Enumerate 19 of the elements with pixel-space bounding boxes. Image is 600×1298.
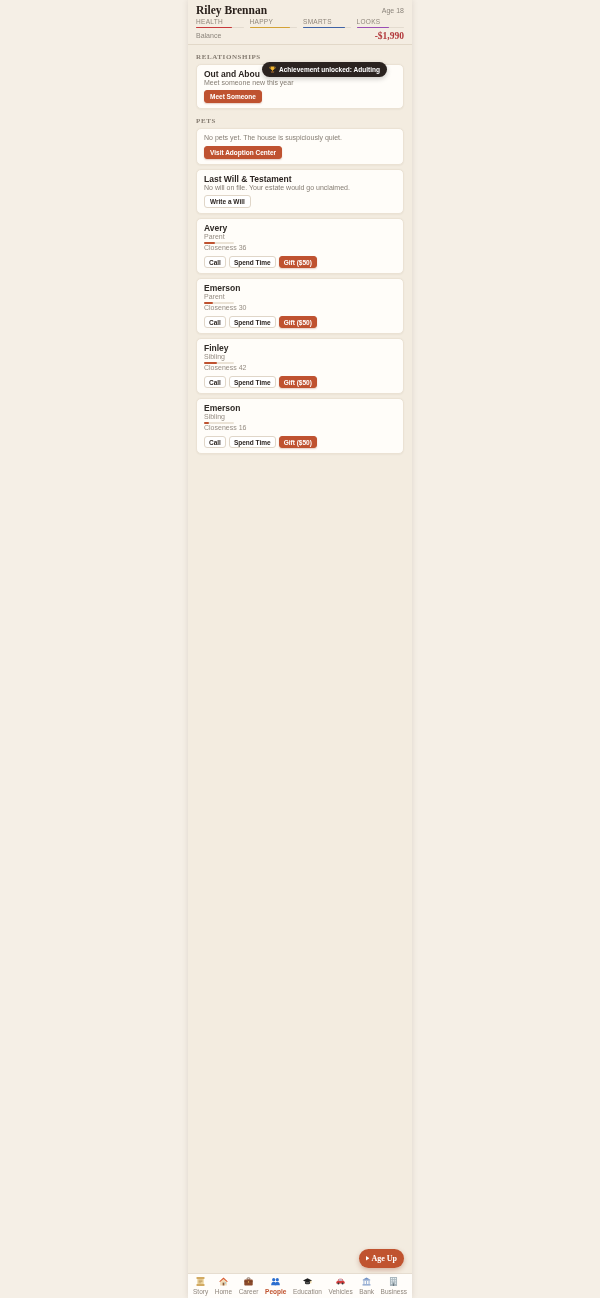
car-icon [336, 1277, 346, 1287]
office-building-icon [389, 1277, 399, 1287]
card-title: Out and Abou [204, 70, 260, 80]
briefcase-icon [244, 1277, 254, 1287]
person-name: Emerson [204, 284, 241, 294]
trophy-icon [269, 66, 276, 73]
person-name: Finley [204, 344, 229, 354]
age-up-button[interactable]: Age Up [358, 1249, 404, 1268]
scroll-icon [196, 1277, 206, 1287]
balance-value: -$1,990 [374, 31, 404, 42]
graduation-cap-icon [302, 1277, 312, 1287]
character-name: Riley Brennan [196, 4, 268, 17]
card-title: Last Will & Testament [204, 175, 292, 185]
house-icon [218, 1277, 228, 1287]
people-icon [271, 1277, 281, 1287]
person-name: Emerson [204, 404, 241, 414]
bank-icon [362, 1277, 372, 1287]
play-icon [365, 1256, 370, 1261]
person-name: Avery [204, 224, 228, 234]
